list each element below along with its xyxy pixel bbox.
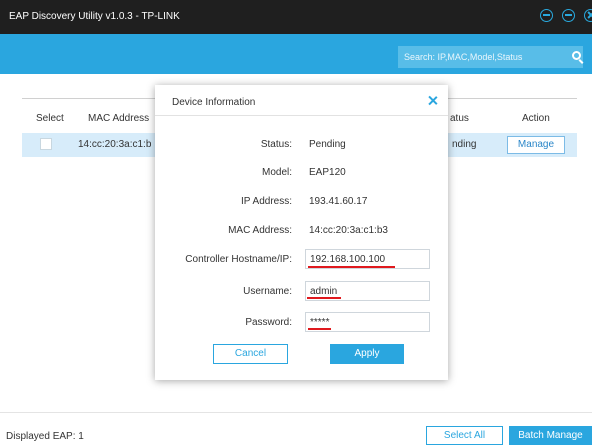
status-value: Pending [309, 139, 346, 150]
model-label: Model: [261, 167, 292, 178]
cancel-button[interactable]: Cancel [213, 344, 288, 364]
apply-button[interactable]: Apply [330, 344, 404, 364]
app-title: EAP Discovery Utility v1.0.3 - TP-LINK [9, 11, 180, 22]
model-value: EAP120 [309, 167, 346, 178]
username-label: Username: [243, 286, 292, 297]
search-box[interactable] [398, 46, 583, 68]
manage-button[interactable]: Manage [507, 136, 565, 154]
annotation-underline [307, 297, 341, 299]
column-header-mac: MAC Address [88, 113, 150, 124]
select-all-button[interactable]: Select All [426, 426, 503, 445]
row-checkbox[interactable] [40, 138, 52, 150]
column-header-select: Select [36, 113, 64, 124]
settings-icon[interactable] [562, 9, 575, 22]
close-icon[interactable] [584, 9, 592, 22]
search-icon[interactable] [572, 51, 581, 60]
password-label: Password: [245, 317, 292, 328]
mac-address-value: 14:cc:20:3a:c1:b3 [309, 225, 388, 236]
minimize-icon[interactable] [540, 9, 553, 22]
annotation-underline [308, 328, 331, 330]
close-icon[interactable] [428, 96, 438, 106]
search-input[interactable] [404, 50, 554, 64]
row-mac-address: 14:cc:20:3a:c1:b [78, 139, 152, 150]
batch-manage-button[interactable]: Batch Manage [509, 426, 592, 445]
device-information-dialog [155, 85, 448, 380]
dialog-title: Device Information [172, 97, 256, 108]
ip-address-value: 193.41.60.17 [309, 196, 368, 207]
dialog-divider [155, 115, 448, 116]
status-label: Status: [260, 139, 292, 150]
controller-hostname-label: Controller Hostname/IP: [185, 254, 292, 265]
column-header-action: Action [522, 113, 550, 124]
displayed-eap-count: Displayed EAP: 1 [6, 431, 84, 442]
ip-address-label: IP Address: [241, 196, 292, 207]
mac-address-label: MAC Address: [228, 225, 292, 236]
column-header-status: atus [450, 113, 469, 124]
annotation-underline [308, 266, 395, 268]
footer-divider [0, 412, 592, 413]
row-status: nding [452, 139, 477, 150]
